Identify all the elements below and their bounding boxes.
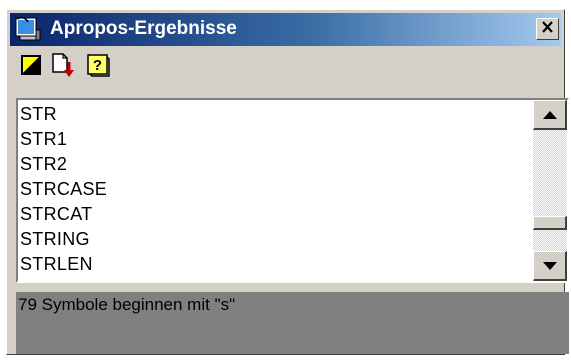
list-item[interactable]: STRCAT xyxy=(20,202,530,227)
help-button[interactable]: ? xyxy=(85,53,111,82)
list-item[interactable]: STRING xyxy=(20,227,530,252)
copy-down-icon xyxy=(50,52,76,83)
help-icon: ? xyxy=(86,53,110,82)
arrow-down-icon xyxy=(542,257,557,275)
title-bar[interactable]: Apropos-Ergebnisse xyxy=(10,13,561,46)
scroll-down-button[interactable] xyxy=(533,251,567,281)
list-item[interactable]: STR1 xyxy=(20,127,530,152)
svg-text:?: ? xyxy=(93,57,102,74)
vertical-scrollbar[interactable] xyxy=(533,100,567,281)
list-item[interactable]: STR xyxy=(20,102,530,127)
list-item[interactable]: STRLEN xyxy=(20,252,530,277)
toolbar: ? xyxy=(10,50,561,90)
scroll-thumb[interactable] xyxy=(533,216,567,230)
color-select-icon xyxy=(20,54,42,81)
apropos-window: Apropos-Ergebnisse ? STR STR1 STR2 STRCA… xyxy=(6,9,569,355)
app-icon xyxy=(14,16,42,42)
copy-down-button[interactable] xyxy=(50,52,76,83)
status-bar: 79 Symbole beginnen mit "s" xyxy=(16,292,569,354)
close-icon xyxy=(541,20,554,38)
list-item[interactable]: STR2 xyxy=(20,152,530,177)
scroll-up-button[interactable] xyxy=(533,100,567,130)
results-items: STR STR1 STR2 STRCASE STRCAT STRING STRL… xyxy=(20,102,530,277)
list-item[interactable]: STRCASE xyxy=(20,177,530,202)
color-select-button[interactable] xyxy=(18,54,44,80)
arrow-up-icon xyxy=(542,106,557,124)
status-text: 79 Symbole beginnen mit "s" xyxy=(18,295,236,314)
close-button[interactable] xyxy=(536,18,559,40)
window-title: Apropos-Ergebnisse xyxy=(50,18,237,39)
results-list[interactable]: STR STR1 STR2 STRCASE STRCAT STRING STRL… xyxy=(16,98,569,283)
